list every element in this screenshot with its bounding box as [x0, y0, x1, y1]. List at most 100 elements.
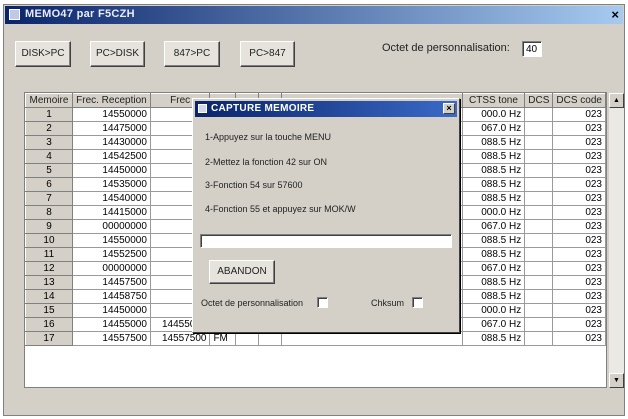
- ctss-tone-cell[interactable]: 000.0 Hz: [461, 303, 526, 318]
- vertical-scrollbar[interactable]: ▲ ▼: [609, 93, 624, 388]
- rx-frequency-cell[interactable]: 14458750: [71, 289, 151, 304]
- dcs-cell[interactable]: [524, 177, 554, 192]
- dcs-code-cell[interactable]: 023: [552, 163, 606, 178]
- pc-to-disk-button[interactable]: PC>DISK: [90, 41, 145, 67]
- ctss-tone-cell[interactable]: 088.5 Hz: [461, 331, 526, 346]
- dcs-code-cell[interactable]: 023: [552, 261, 606, 276]
- rx-frequency-cell[interactable]: 14542500: [71, 149, 151, 164]
- rx-frequency-cell[interactable]: 14557500: [71, 331, 151, 346]
- dcs-cell[interactable]: [524, 191, 554, 206]
- memory-number-cell[interactable]: 9: [25, 219, 73, 234]
- ctss-tone-cell[interactable]: 088.5 Hz: [461, 191, 526, 206]
- ctss-tone-cell[interactable]: 088.5 Hz: [461, 275, 526, 290]
- rx-frequency-cell[interactable]: 14552500: [71, 247, 151, 262]
- rx-frequency-cell[interactable]: 14550000: [71, 233, 151, 248]
- ctss-tone-cell[interactable]: 067.0 Hz: [461, 261, 526, 276]
- dcs-code-cell[interactable]: 023: [552, 107, 606, 122]
- dcs-cell[interactable]: [524, 233, 554, 248]
- ctss-tone-cell[interactable]: 088.5 Hz: [461, 289, 526, 304]
- dcs-code-cell[interactable]: 023: [552, 219, 606, 234]
- ctss-tone-cell[interactable]: 088.5 Hz: [461, 149, 526, 164]
- dcs-cell[interactable]: [524, 303, 554, 318]
- rx-frequency-cell[interactable]: 14450000: [71, 163, 151, 178]
- memory-number-cell[interactable]: 1: [25, 107, 73, 122]
- dcs-cell[interactable]: [524, 219, 554, 234]
- dcs-code-cell[interactable]: 023: [552, 149, 606, 164]
- ctss-tone-cell[interactable]: 067.0 Hz: [461, 317, 526, 332]
- dcs-cell[interactable]: [524, 331, 554, 346]
- dcs-code-cell[interactable]: 023: [552, 233, 606, 248]
- window-close-icon[interactable]: ×: [611, 7, 619, 22]
- rx-frequency-cell[interactable]: 14430000: [71, 135, 151, 150]
- cell[interactable]: [235, 331, 260, 346]
- dcs-code-cell[interactable]: 023: [552, 303, 606, 318]
- rx-frequency-cell[interactable]: 14475000: [71, 121, 151, 136]
- memory-number-cell[interactable]: 8: [25, 205, 73, 220]
- dcs-cell[interactable]: [524, 247, 554, 262]
- rx-frequency-cell[interactable]: 14535000: [71, 177, 151, 192]
- dialog-close-icon[interactable]: ×: [443, 103, 455, 114]
- dcs-cell[interactable]: [524, 149, 554, 164]
- dcs-cell[interactable]: [524, 121, 554, 136]
- ctss-tone-cell[interactable]: 088.5 Hz: [461, 233, 526, 248]
- memory-number-cell[interactable]: 6: [25, 177, 73, 192]
- memory-number-cell[interactable]: 10: [25, 233, 73, 248]
- dcs-code-cell[interactable]: 023: [552, 121, 606, 136]
- memory-number-cell[interactable]: 13: [25, 275, 73, 290]
- dcs-cell[interactable]: [524, 205, 554, 220]
- memory-number-cell[interactable]: 17: [25, 331, 73, 346]
- dialog-octet-checkbox[interactable]: [317, 297, 328, 308]
- memory-number-cell[interactable]: 3: [25, 135, 73, 150]
- dcs-cell[interactable]: [524, 317, 554, 332]
- ctss-tone-cell[interactable]: 088.5 Hz: [461, 177, 526, 192]
- dcs-code-cell[interactable]: 023: [552, 135, 606, 150]
- dcs-cell[interactable]: [524, 163, 554, 178]
- memory-number-cell[interactable]: 11: [25, 247, 73, 262]
- cell[interactable]: [281, 331, 463, 346]
- rx-frequency-cell[interactable]: 14457500: [71, 275, 151, 290]
- dcs-cell[interactable]: [524, 261, 554, 276]
- mode-cell[interactable]: FM: [209, 331, 237, 346]
- pc-to-radio-button[interactable]: PC>847: [240, 41, 295, 67]
- dcs-cell[interactable]: [524, 107, 554, 122]
- ctss-tone-cell[interactable]: 088.5 Hz: [461, 163, 526, 178]
- ctss-tone-cell[interactable]: 067.0 Hz: [461, 219, 526, 234]
- memory-number-cell[interactable]: 4: [25, 149, 73, 164]
- ctss-tone-cell[interactable]: 067.0 Hz: [461, 121, 526, 136]
- dialog-title-bar[interactable]: CAPTURE MEMOIRE ×: [195, 101, 457, 117]
- memory-number-cell[interactable]: 16: [25, 317, 73, 332]
- rx-frequency-cell[interactable]: 14540000: [71, 191, 151, 206]
- disk-to-pc-button[interactable]: DISK>PC: [15, 41, 71, 67]
- rx-frequency-cell[interactable]: 14415000: [71, 205, 151, 220]
- memory-number-cell[interactable]: 15: [25, 303, 73, 318]
- scroll-up-icon[interactable]: ▲: [609, 93, 624, 108]
- dcs-cell[interactable]: [524, 289, 554, 304]
- dcs-code-cell[interactable]: 023: [552, 247, 606, 262]
- ctss-tone-cell[interactable]: 088.5 Hz: [461, 135, 526, 150]
- ctss-tone-cell[interactable]: 000.0 Hz: [461, 205, 526, 220]
- table-row[interactable]: 17 14557500 14557500 FM 088.5 Hz 023: [25, 331, 606, 346]
- title-bar[interactable]: MEMO47 par F5CZH ×: [5, 6, 623, 24]
- memory-number-cell[interactable]: 14: [25, 289, 73, 304]
- dcs-code-cell[interactable]: 023: [552, 177, 606, 192]
- rx-frequency-cell[interactable]: 00000000: [71, 219, 151, 234]
- abandon-button[interactable]: ABANDON: [209, 260, 275, 284]
- dialog-chksum-checkbox[interactable]: [412, 297, 423, 308]
- cell[interactable]: [258, 331, 283, 346]
- memory-number-cell[interactable]: 7: [25, 191, 73, 206]
- dcs-code-cell[interactable]: 023: [552, 331, 606, 346]
- radio-to-pc-button[interactable]: 847>PC: [164, 41, 220, 67]
- dcs-code-cell[interactable]: 023: [552, 191, 606, 206]
- rx-frequency-cell[interactable]: 00000000: [71, 261, 151, 276]
- memory-number-cell[interactable]: 2: [25, 121, 73, 136]
- ctss-tone-cell[interactable]: 088.5 Hz: [461, 247, 526, 262]
- octet-personnalisation-input[interactable]: 40: [522, 41, 542, 57]
- ctss-tone-cell[interactable]: 000.0 Hz: [461, 107, 526, 122]
- dcs-cell[interactable]: [524, 135, 554, 150]
- memory-number-cell[interactable]: 12: [25, 261, 73, 276]
- dcs-code-cell[interactable]: 023: [552, 275, 606, 290]
- rx-frequency-cell[interactable]: 14455000: [71, 317, 151, 332]
- dcs-code-cell[interactable]: 023: [552, 205, 606, 220]
- memory-number-cell[interactable]: 5: [25, 163, 73, 178]
- rx-frequency-cell[interactable]: 14550000: [71, 107, 151, 122]
